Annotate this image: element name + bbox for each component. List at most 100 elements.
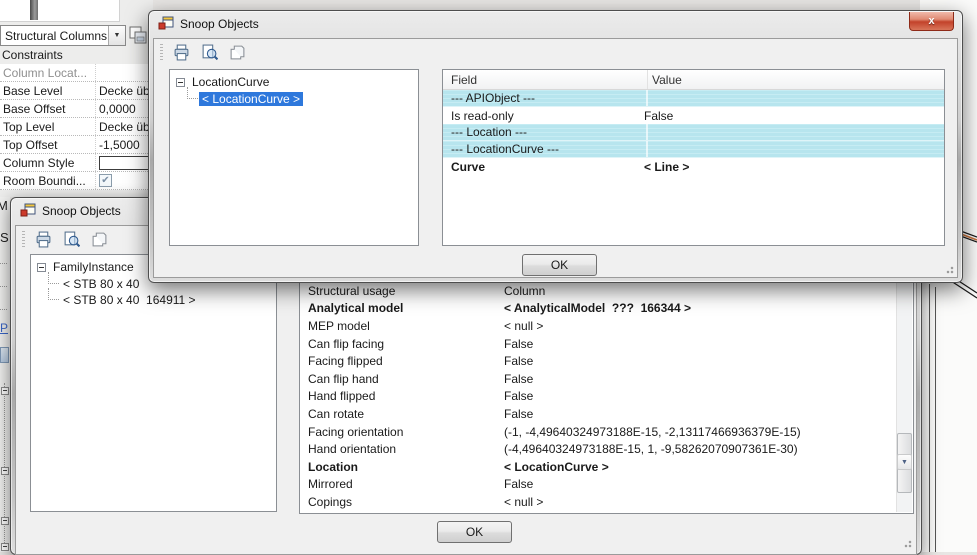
field-row[interactable]: Facing orientation(-1, -4,49640324973188… (300, 423, 896, 441)
field-row[interactable]: Can flip facingFalse (300, 335, 896, 353)
edge-fragment-p-link[interactable]: P (0, 321, 8, 335)
property-label: Room Boundi... (0, 174, 95, 188)
toolbar-grip[interactable] (22, 231, 25, 247)
row-divider-fragment (0, 263, 7, 264)
print-preview-icon[interactable] (61, 229, 81, 249)
edge-fragment-s: S (0, 230, 9, 245)
vertical-scrollbar[interactable]: ▲ ▼ (896, 256, 912, 512)
close-button[interactable]: x (909, 12, 954, 31)
field-row[interactable]: Analytical model< AnalyticalModel ??? 16… (300, 300, 896, 318)
property-row[interactable]: Top Offset-1,5000 (0, 136, 152, 154)
toolbar-grip[interactable] (160, 44, 163, 60)
print-preview-icon[interactable] (199, 42, 219, 62)
snoop-objects-dialog-front: Snoop Objects x LocationCurve (148, 10, 963, 283)
copy-icon[interactable] (89, 229, 109, 249)
column-gap (646, 124, 648, 140)
property-label: Top Level (0, 120, 95, 134)
field-row[interactable]: Is read-onlyFalse (443, 107, 944, 124)
field-row[interactable]: Hand orientation(-4,49640324973188E-15, … (300, 440, 896, 458)
collapse-icon[interactable] (176, 78, 185, 87)
field-name: Facing orientation (300, 425, 500, 439)
tree-expander-fragment[interactable] (1, 387, 9, 395)
field-row[interactable]: Can rotateFalse (300, 405, 896, 423)
back-field-list: Structural usageColumnAnalytical model< … (300, 282, 896, 511)
tree-root[interactable]: LocationCurve (176, 74, 418, 90)
window-title: Snoop Objects (180, 17, 259, 31)
field-value: < LocationCurve > (500, 460, 896, 474)
property-value[interactable] (95, 154, 152, 171)
field-row[interactable]: MEP model< null > (300, 317, 896, 335)
field-row[interactable]: Copings< null > (300, 493, 896, 511)
scroll-down-icon[interactable]: ▼ (897, 454, 912, 470)
section-row[interactable]: --- LocationCurve --- (443, 141, 944, 158)
copy-icon[interactable] (227, 42, 247, 62)
property-value[interactable]: 0,0000 (95, 100, 152, 117)
tree-child-label[interactable]: < STB 80 x 40 164911 > (60, 293, 199, 307)
field-row[interactable]: MirroredFalse (300, 476, 896, 494)
field-value: False (500, 389, 896, 403)
property-value[interactable] (95, 64, 152, 81)
property-value[interactable]: -1,5000 (95, 136, 152, 153)
field-name: Structural usage (300, 284, 500, 298)
field-row[interactable]: Facing flippedFalse (300, 352, 896, 370)
field-name: Mirrored (300, 477, 500, 491)
constraints-rows: Column Locat...Base LevelDecke übBase Of… (0, 64, 152, 190)
clipped-left-panels: M S P (0, 197, 10, 552)
property-edit-field[interactable] (99, 156, 149, 170)
tree-connector (48, 288, 59, 300)
chevron-down-icon[interactable]: ▼ (108, 26, 125, 45)
ok-button-back[interactable]: OK (437, 521, 512, 543)
column-header-value[interactable]: Value (648, 73, 682, 87)
tree-expander-fragment[interactable] (1, 517, 9, 525)
tree-child-label[interactable]: < LocationCurve > (199, 92, 303, 106)
type-selector[interactable]: Structural Columns ▼ (0, 25, 126, 46)
section-row[interactable]: --- Location --- (443, 124, 944, 141)
tree-expander-fragment[interactable] (1, 467, 9, 475)
tree-root-label[interactable]: LocationCurve (189, 75, 272, 89)
property-row[interactable]: Base Offset0,0000 (0, 100, 152, 118)
tree-child-label[interactable]: < STB 80 x 40 (60, 277, 142, 291)
property-label: Column Style (0, 156, 95, 170)
ok-button-front[interactable]: OK (522, 254, 597, 276)
collapse-icon[interactable] (37, 263, 46, 272)
column-gap (646, 141, 648, 157)
type-preview (0, 0, 120, 22)
resize-grip[interactable] (943, 263, 954, 274)
print-icon[interactable] (171, 42, 191, 62)
back-list-panel: Structural usageColumnAnalytical model< … (299, 254, 914, 514)
checkbox-checked[interactable]: ✔ (99, 174, 112, 187)
property-value[interactable]: Decke üb (95, 118, 152, 135)
tree-root-label[interactable]: FamilyInstance (50, 260, 137, 274)
field-value: (-4,49640324973188E-15, 1, -9,5826207090… (500, 442, 896, 456)
column-header-field[interactable]: Field (443, 70, 648, 89)
tree-expander-fragment[interactable] (1, 543, 9, 551)
section-row[interactable]: --- APIObject --- (443, 90, 944, 107)
field-row[interactable]: Can flip handFalse (300, 370, 896, 388)
field-row[interactable]: Location< LocationCurve > (300, 458, 896, 476)
edge-fragment-m: M (0, 198, 8, 213)
edge-button-fragment[interactable] (0, 347, 9, 363)
property-row[interactable]: Column Locat... (0, 64, 152, 82)
field-row[interactable]: Curve< Line > (443, 158, 944, 175)
resize-grip[interactable] (901, 537, 912, 548)
tree-item-selected[interactable]: < LocationCurve > (187, 90, 418, 106)
field-row[interactable]: Structural usageColumn (300, 282, 896, 300)
tree-connector (48, 272, 59, 284)
edit-type-icon[interactable] (128, 25, 148, 45)
client-area: LocationCurve < LocationCurve > Field Va… (153, 38, 958, 278)
titlebar[interactable]: Snoop Objects (149, 11, 962, 37)
field-row[interactable]: Hand flippedFalse (300, 388, 896, 406)
revit-properties-palette: Structural Columns ▼ Constraints Column … (0, 0, 153, 197)
field-value: < null > (500, 495, 896, 509)
property-value[interactable]: ✔ (95, 172, 152, 189)
front-list-panel: Field Value --- APIObject ---Is read-onl… (442, 69, 945, 246)
property-row[interactable]: Room Boundi... ✔ (0, 172, 152, 190)
property-row[interactable]: Column Style (0, 154, 152, 172)
property-row[interactable]: Top LevelDecke üb (0, 118, 152, 136)
tree-item[interactable]: < STB 80 x 40 164911 > (48, 291, 276, 307)
property-value[interactable]: Decke üb (95, 82, 152, 99)
property-row[interactable]: Base LevelDecke üb (0, 82, 152, 100)
print-icon[interactable] (33, 229, 53, 249)
constraints-section-header[interactable]: Constraints (0, 48, 153, 64)
column-symbol (30, 0, 38, 20)
